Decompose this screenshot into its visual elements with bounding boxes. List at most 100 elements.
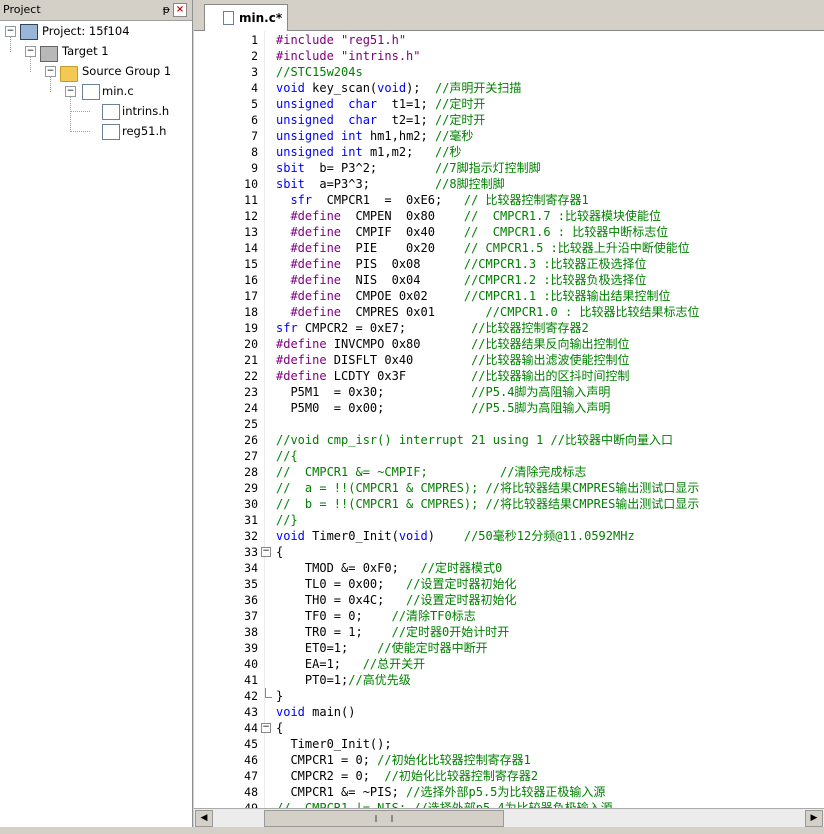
header-file-icon (102, 123, 120, 140)
code-text: #define INVCMPO 0x80 //比较器结果反向输出控制位 (276, 337, 630, 351)
code-line[interactable]: 47 CMPCR2 = 0; //初始化比较器控制寄存器2 (194, 768, 824, 784)
line-number: 43 (244, 705, 258, 719)
code-line[interactable]: 14 #define PIE 0x20 // CMPCR1.5 :比较器上升沿中… (194, 240, 824, 256)
code-area[interactable]: 1 #include "reg51.h" 2 #include "intrins.h"… (194, 31, 824, 808)
code-line[interactable]: 34 TMOD &= 0xF0; //定时器模式0 (194, 560, 824, 576)
tree-item-file-min[interactable]: min.c (80, 82, 134, 100)
code-line[interactable]: 36 TH0 = 0x4C; //设置定时器初始化 (194, 592, 824, 608)
code-line[interactable]: 27 //{ (194, 448, 824, 464)
code-line[interactable]: 6 unsigned char t2=1; //定时开 (194, 112, 824, 128)
code-line[interactable]: 21 #define DISFLT 0x40 //比较器输出滤波使能控制位 (194, 352, 824, 368)
code-text: #include "intrins.h" (276, 49, 421, 63)
line-number: 47 (244, 769, 258, 783)
code-line[interactable]: 35 TL0 = 0x00; //设置定时器初始化 (194, 576, 824, 592)
code-line[interactable]: 39 ET0=1; //使能定时器中断开 (194, 640, 824, 656)
code-line[interactable]: 18 #define CMPRES 0x01 //CMPCR1.0 : 比较器比… (194, 304, 824, 320)
line-number: 3 (251, 65, 258, 79)
code-line[interactable]: 45 Timer0_Init(); (194, 736, 824, 752)
code-line[interactable]: 48 CMPCR1 &= ~PIS; //选择外部p5.5为比较器正极输入源 (194, 784, 824, 800)
code-line[interactable]: 4 void key_scan(void); //声明开关扫描 (194, 80, 824, 96)
line-number: 26 (244, 433, 258, 447)
code-line[interactable]: 23 P5M1 = 0x30; //P5.4脚为高阻输入声明 (194, 384, 824, 400)
code-editor[interactable]: min.c* 1 #include "reg51.h" 2 #include "int… (194, 0, 824, 834)
horizontal-scrollbar[interactable]: ◀ ▶ (194, 808, 824, 827)
code-line[interactable]: 19 sfr CMPCR2 = 0xE7; //比较器控制寄存器2 (194, 320, 824, 336)
code-line[interactable]: 32 void Timer0_Init(void) //50毫秒12分频@11.0… (194, 528, 824, 544)
code-line[interactable]: 9 sbit b= P3^2; //7脚指示灯控制脚 (194, 160, 824, 176)
tree-item-source-group[interactable]: Source Group 1 (60, 62, 171, 82)
code-line[interactable]: 15 #define PIS 0x08 //CMPCR1.3 :比较器正极选择位 (194, 256, 824, 272)
code-line[interactable]: 10 sbit a=P3^3; //8脚控制脚 (194, 176, 824, 192)
code-line[interactable]: 40 EA=1; //总开关开 (194, 656, 824, 672)
line-number: 44 (244, 721, 258, 735)
code-line[interactable]: 3 //STC15w204s (194, 64, 824, 80)
code-line[interactable]: 37 TF0 = 0; //清除TF0标志 (194, 608, 824, 624)
code-text: //STC15w204s (276, 65, 363, 79)
code-text: TL0 = 0x00; //设置定时器初始化 (276, 577, 517, 591)
code-line[interactable]: 30 // b = !!(CMPCR1 & CMPRES); //将比较器结果CM… (194, 496, 824, 512)
code-line[interactable]: 44−{ (194, 720, 824, 736)
code-line[interactable]: 49 // CMPCR1 |= NIS; //选择外部p5.4为比较器负极输入源 (194, 800, 824, 808)
tree-item-include[interactable]: reg51.h (100, 122, 166, 140)
code-text: EA=1; //总开关开 (276, 657, 426, 671)
project-panel: Project ᵽ × − Project: 15f104 − Target 1… (0, 0, 193, 834)
code-line[interactable]: 13 #define CMPIF 0x40 // CMPCR1.6 : 比较器中… (194, 224, 824, 240)
code-line[interactable]: 46 CMPCR1 = 0; //初始化比较器控制寄存器1 (194, 752, 824, 768)
code-line[interactable]: 7 unsigned int hm1,hm2; //毫秒 (194, 128, 824, 144)
tree-expander[interactable]: − (5, 26, 16, 37)
tree-expander[interactable]: − (65, 86, 76, 97)
file-icon (223, 11, 234, 25)
tree-line (10, 36, 11, 52)
code-line[interactable]: 24 P5M0 = 0x00; //P5.5脚为高阻输入声明 (194, 400, 824, 416)
code-text: TF0 = 0; //清除TF0标志 (276, 609, 476, 623)
code-text: TMOD &= 0xF0; //定时器模式0 (276, 561, 503, 575)
code-line[interactable]: 41 PT0=1;//高优先级 (194, 672, 824, 688)
line-number: 5 (251, 97, 258, 111)
tree-line (30, 56, 31, 72)
pin-icon[interactable]: ᵽ (163, 3, 170, 17)
code-text: #include "reg51.h" (276, 33, 407, 47)
code-line[interactable]: 2 #include "intrins.h" (194, 48, 824, 64)
code-line[interactable]: 5 unsigned char t1=1; //定时开 (194, 96, 824, 112)
code-line[interactable]: 29 // a = !!(CMPCR1 & CMPRES); //将比较器结果CM… (194, 480, 824, 496)
tree-expander[interactable]: − (25, 46, 36, 57)
code-line[interactable]: 38 TR0 = 1; //定时器0开始计时开 (194, 624, 824, 640)
code-line[interactable]: 28 // CMPCR1 &= ~CMPIF; //清除完成标志 (194, 464, 824, 480)
tab-strip: min.c* (194, 0, 824, 31)
line-number: 4 (251, 81, 258, 95)
code-text: // b = !!(CMPCR1 & CMPRES); //将比较器结果CMPR… (276, 497, 700, 511)
code-line[interactable]: 16 #define NIS 0x04 //CMPCR1.2 :比较器负极选择位 (194, 272, 824, 288)
line-number: 20 (244, 337, 258, 351)
code-line[interactable]: 1 #include "reg51.h" (194, 32, 824, 48)
code-line[interactable]: 43 void main() (194, 704, 824, 720)
tree-item-target[interactable]: Target 1 (40, 42, 109, 62)
code-line[interactable]: 12 #define CMPEN 0x80 // CMPCR1.7 :比较器模块… (194, 208, 824, 224)
code-text: void main() (276, 705, 356, 719)
code-line[interactable]: 42} (194, 688, 824, 704)
scroll-left-icon[interactable]: ◀ (195, 810, 213, 827)
code-line[interactable]: 25 (194, 416, 824, 432)
fold-toggle-icon[interactable]: − (261, 547, 271, 557)
code-line[interactable]: 11 sfr CMPCR1 = 0xE6; // 比较器控制寄存器1 (194, 192, 824, 208)
tree-line (70, 131, 90, 132)
fold-toggle-icon[interactable]: − (261, 723, 271, 733)
tree-expander[interactable]: − (45, 66, 56, 77)
code-text: #define DISFLT 0x40 //比较器输出滤波使能控制位 (276, 353, 630, 367)
code-line[interactable]: 20 #define INVCMPO 0x80 //比较器结果反向输出控制位 (194, 336, 824, 352)
code-line[interactable]: 31 //} (194, 512, 824, 528)
code-text: TR0 = 1; //定时器0开始计时开 (276, 625, 510, 639)
scrollbar-thumb[interactable] (264, 810, 504, 827)
tree-item-project[interactable]: Project: 15f104 (20, 22, 130, 40)
line-number: 31 (244, 513, 258, 527)
tab-min-c[interactable]: min.c* (204, 4, 288, 31)
close-icon[interactable]: × (173, 3, 187, 17)
code-text: unsigned char t2=1; //定时开 (276, 113, 486, 127)
code-line[interactable]: 33−{ (194, 544, 824, 560)
code-text: P5M0 = 0x00; //P5.5脚为高阻输入声明 (276, 401, 611, 415)
scroll-right-icon[interactable]: ▶ (805, 810, 823, 827)
code-line[interactable]: 26 //void cmp_isr() interrupt 21 using 1 … (194, 432, 824, 448)
code-line[interactable]: 17 #define CMPOE 0x02 //CMPCR1.1 :比较器输出结… (194, 288, 824, 304)
code-line[interactable]: 22 #define LCDTY 0x3F //比较器输出的区抖时间控制 (194, 368, 824, 384)
tree-item-include[interactable]: intrins.h (100, 102, 169, 120)
code-line[interactable]: 8 unsigned int m1,m2; //秒 (194, 144, 824, 160)
